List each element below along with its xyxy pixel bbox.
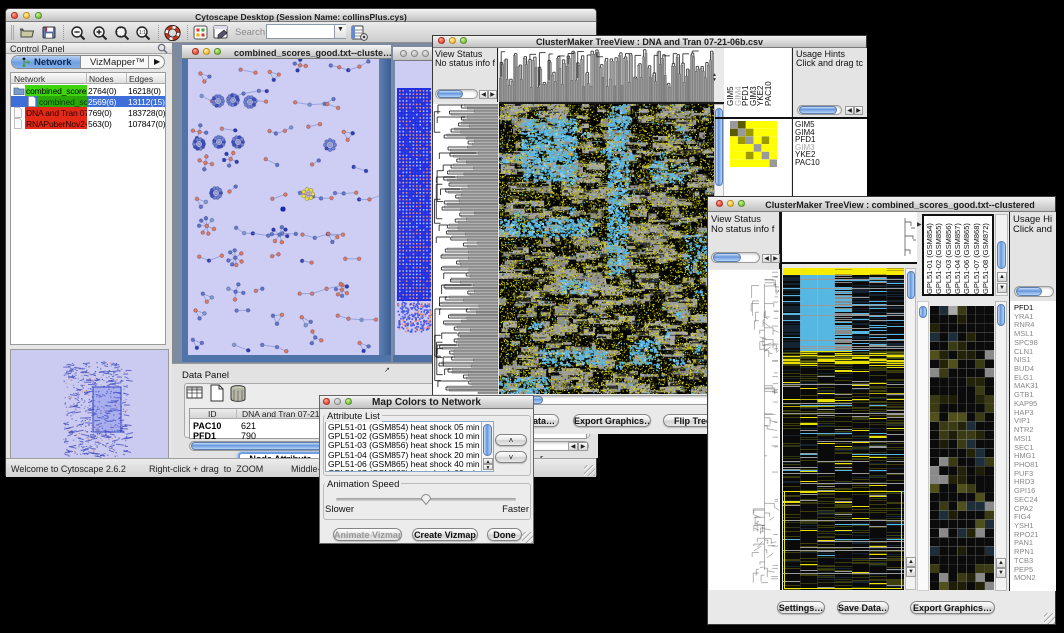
svg-text:1:1: 1:1 <box>139 30 146 36</box>
